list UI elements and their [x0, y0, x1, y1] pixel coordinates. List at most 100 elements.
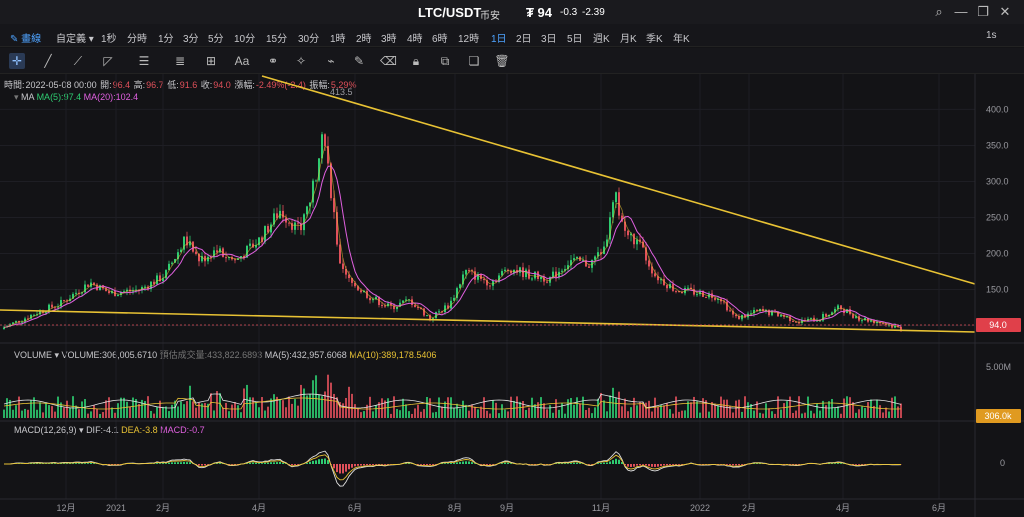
candle-body — [489, 285, 491, 287]
volume-bar — [738, 399, 740, 418]
volume-bar — [57, 396, 59, 418]
macd-bar — [291, 464, 293, 466]
macd-bar — [54, 463, 56, 464]
volume-bar — [468, 410, 470, 418]
volume-bar — [390, 413, 392, 418]
macd-bar — [90, 462, 92, 464]
candle-body — [207, 256, 209, 262]
macd-bar — [432, 464, 434, 465]
volume-bar — [282, 400, 284, 418]
macd-bar — [204, 464, 206, 466]
volume-bar — [717, 405, 719, 418]
candle-body — [381, 304, 383, 306]
volume-bar — [735, 400, 737, 418]
volume-bar — [753, 410, 755, 418]
volume-bar — [456, 403, 458, 418]
macd-bar — [81, 463, 83, 464]
candle-body — [552, 271, 554, 277]
price-tick: 250.0 — [986, 213, 1009, 223]
macd-bar — [729, 464, 731, 465]
candle-body — [675, 290, 677, 292]
volume-bar — [558, 409, 560, 418]
candle-body — [861, 320, 863, 322]
volume-bar — [183, 404, 185, 418]
macd-bar — [579, 463, 581, 464]
volume-bar — [351, 393, 353, 418]
macd-bar — [336, 464, 338, 473]
macd-bar — [345, 464, 347, 472]
candle-body — [729, 310, 731, 312]
macd-bar — [294, 464, 296, 465]
time-tick: 6月 — [348, 503, 362, 513]
volume-bar — [522, 400, 524, 418]
dif-line — [4, 450, 902, 487]
macd-bar — [468, 461, 470, 464]
chart-canvas[interactable]: 413.5 400.0350.0300.0250.0200.0150.0100.… — [0, 0, 1024, 517]
volume-bar — [768, 408, 770, 418]
macd-bar — [858, 464, 860, 465]
macd-bar — [471, 462, 473, 464]
dea-line — [4, 454, 901, 481]
volume-bar — [564, 413, 566, 418]
volume-bar — [354, 404, 356, 418]
volume-bar — [318, 394, 320, 418]
macd-bar — [669, 464, 671, 466]
macd-bar — [462, 461, 464, 464]
volume-bar — [6, 398, 8, 418]
macd-bar — [606, 462, 608, 464]
volume-bar — [45, 402, 47, 418]
volume-bar — [420, 411, 422, 418]
macd-bar — [63, 463, 65, 464]
candle-body — [534, 271, 536, 279]
volume-axis-label: 5.00M — [986, 362, 1011, 372]
candle-body — [810, 317, 812, 319]
volume-bar — [78, 409, 80, 418]
volume-bar — [438, 397, 440, 418]
trendline-upper[interactable] — [261, 75, 976, 285]
volume-bar — [804, 412, 806, 418]
volume-bar — [555, 399, 557, 418]
volume-bar — [63, 407, 65, 418]
macd-bar — [327, 460, 329, 464]
macd-bar — [342, 464, 344, 474]
macd-bar — [420, 464, 422, 465]
macd-bar — [156, 463, 158, 464]
macd-bar — [642, 464, 644, 465]
macd-bar — [741, 464, 743, 465]
macd-bar — [576, 462, 578, 464]
volume-bar — [816, 403, 818, 418]
candle-body — [435, 311, 437, 319]
volume-bar — [453, 407, 455, 418]
volume-bar — [126, 401, 128, 418]
volume-bar — [849, 397, 851, 418]
volume-bar — [552, 412, 554, 418]
volume-bar — [876, 399, 878, 418]
volume-bar — [171, 404, 173, 418]
time-tick: 4月 — [252, 503, 266, 513]
volume-bar — [3, 409, 5, 418]
volume-bar — [315, 375, 317, 418]
macd-bar — [162, 463, 164, 464]
volume-bar — [102, 412, 104, 418]
volume-bar — [216, 391, 218, 418]
candle-body — [504, 269, 506, 272]
candle-body — [414, 304, 416, 308]
volume-bar — [288, 396, 290, 418]
macd-bar — [657, 464, 659, 467]
time-tick: 12月 — [56, 503, 75, 513]
volume-bar — [732, 412, 734, 418]
volume-bar — [543, 403, 545, 418]
volume-bar — [546, 409, 548, 418]
macd-bar — [675, 464, 677, 465]
candle-body — [588, 266, 590, 268]
trendline-lower[interactable] — [0, 309, 976, 333]
candle-body — [108, 291, 110, 294]
volume-bar — [357, 407, 359, 418]
candle-body — [654, 273, 656, 277]
volume-bar — [258, 407, 260, 418]
macd-bar — [258, 463, 260, 464]
macd-bar — [660, 464, 662, 466]
candle-body — [531, 278, 533, 280]
macd-bar — [501, 463, 503, 464]
candle-body — [627, 230, 629, 236]
